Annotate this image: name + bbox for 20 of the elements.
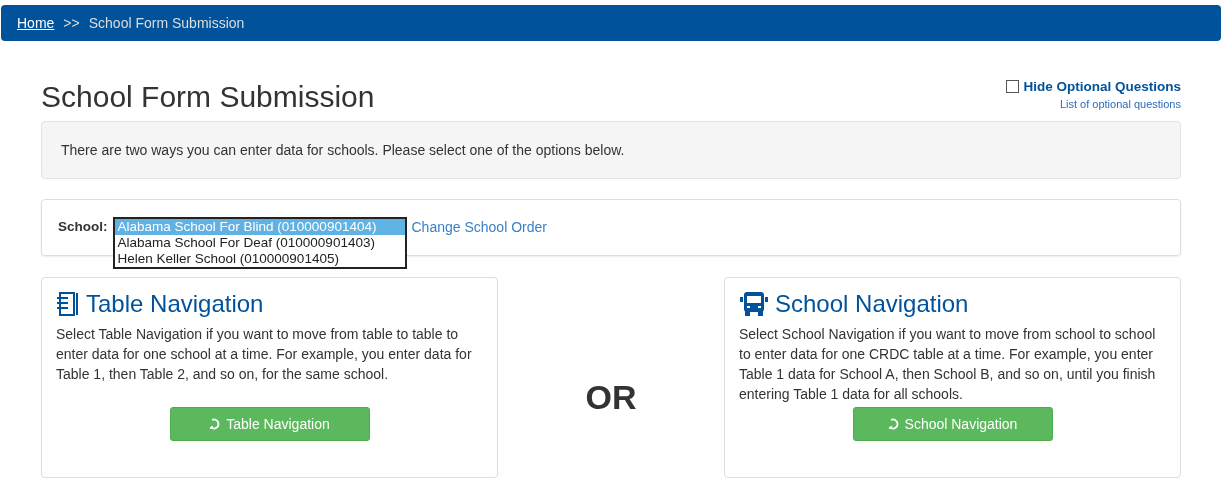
breadcrumb-current: School Form Submission xyxy=(88,15,245,31)
checkbox[interactable] xyxy=(1006,80,1020,93)
checkbox-label[interactable]: Hide Optional Questions xyxy=(1023,79,1181,94)
notebook-icon xyxy=(56,291,80,317)
card-title: School Navigation xyxy=(775,290,969,318)
info-message: There are two ways you can enter data for schools. Please select one of the options below. xyxy=(41,121,1181,179)
bus-icon xyxy=(739,291,769,317)
redo-icon xyxy=(887,418,900,430)
card-description: Select Table Navigation if you want to move from table to table to enter data for one school at a time. For example, you enter data for Table 1, then Table 2, and so on, for the same school. xyxy=(56,325,473,384)
card-title: Table Navigation xyxy=(86,290,264,318)
school-listbox[interactable]: Alabama School For Blind (010000901404) Alabama School For Deaf (010000901403) Helen Keller School (010000901405) xyxy=(112,217,407,269)
optional-questions-link[interactable]: List of optional questions xyxy=(1059,98,1181,110)
page-title: School Form Submission xyxy=(41,79,375,115)
school-label: School: xyxy=(58,219,108,234)
change-order-link[interactable]: Change School Order xyxy=(411,219,547,235)
home-link[interactable]: Home xyxy=(17,15,55,31)
card-description: Select School Navigation if you want to move from school to school to enter data for one CRDC table at a time. For example, you enter Table 1 data for School A, then School B, and so on, until you finish entering Table 1 data for all schools. xyxy=(739,325,1157,404)
or-label: OR xyxy=(584,377,638,417)
breadcrumb-separator: >> xyxy=(63,15,80,31)
redo-icon xyxy=(209,418,222,430)
